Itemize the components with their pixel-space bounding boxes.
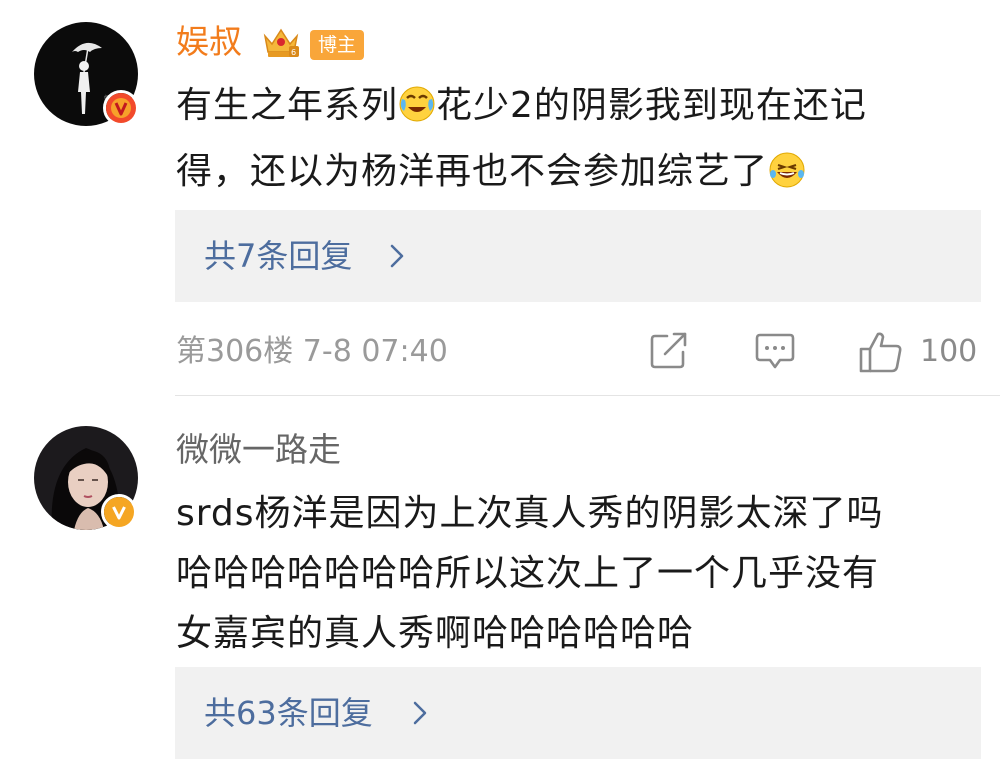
comment-divider <box>175 395 1000 396</box>
comment-item: 微微一路走 srds杨洋是因为上次真人秀的阴影太深了吗 哈哈哈哈哈哈哈所以这次上… <box>0 0 1000 759</box>
replies-count-label: 共63条回复 <box>204 694 373 732</box>
username[interactable]: 微微一路走 <box>176 430 341 470</box>
verified-v-icon <box>101 494 137 530</box>
comment-text-line: 女嘉宾的真人秀啊哈哈哈哈哈哈 <box>176 613 695 654</box>
view-replies-button[interactable]: 共63条回复 <box>175 667 981 759</box>
comment-text: srds杨洋是因为上次真人秀的阴影太深了吗 哈哈哈哈哈哈哈所以这次上了一个几乎没… <box>176 484 976 664</box>
chevron-right-icon <box>413 701 427 725</box>
comment-text-line: srds杨洋是因为上次真人秀的阴影太深了吗 <box>176 493 884 534</box>
comment-text-line: 哈哈哈哈哈哈哈所以这次上了一个几乎没有 <box>176 553 880 594</box>
